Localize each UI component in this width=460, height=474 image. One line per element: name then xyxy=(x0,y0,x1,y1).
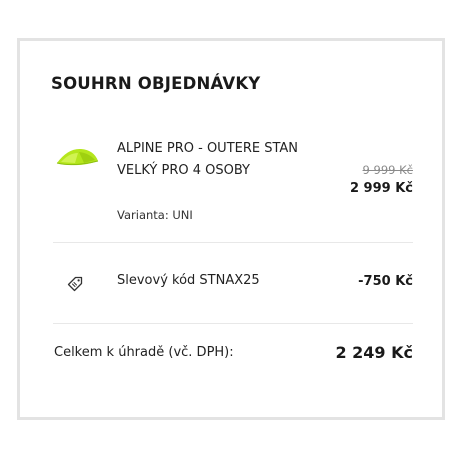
order-summary-title: SOUHRN OBJEDNÁVKY xyxy=(51,74,261,93)
tent-icon xyxy=(54,141,100,171)
total-label: Celkem k úhradě (vč. DPH): xyxy=(54,345,234,360)
order-summary-card: SOUHRN OBJEDNÁVKY ALPINE PRO - OUTERE ST… xyxy=(17,38,445,420)
divider xyxy=(53,323,413,324)
product-price: 2 999 Kč xyxy=(349,181,413,196)
product-variant: Varianta: UNI xyxy=(117,208,193,222)
divider xyxy=(53,242,413,243)
tag-icon xyxy=(66,275,84,293)
discount-amount: -750 Kč xyxy=(358,274,413,289)
product-name: ALPINE PRO - OUTERE STAN VELKÝ PRO 4 OSO… xyxy=(117,141,299,178)
discount-code-label: Slevový kód STNAX25 xyxy=(117,273,260,288)
total-amount: 2 249 Kč xyxy=(335,343,413,362)
product-old-price: 9 999 Kč xyxy=(362,163,413,177)
